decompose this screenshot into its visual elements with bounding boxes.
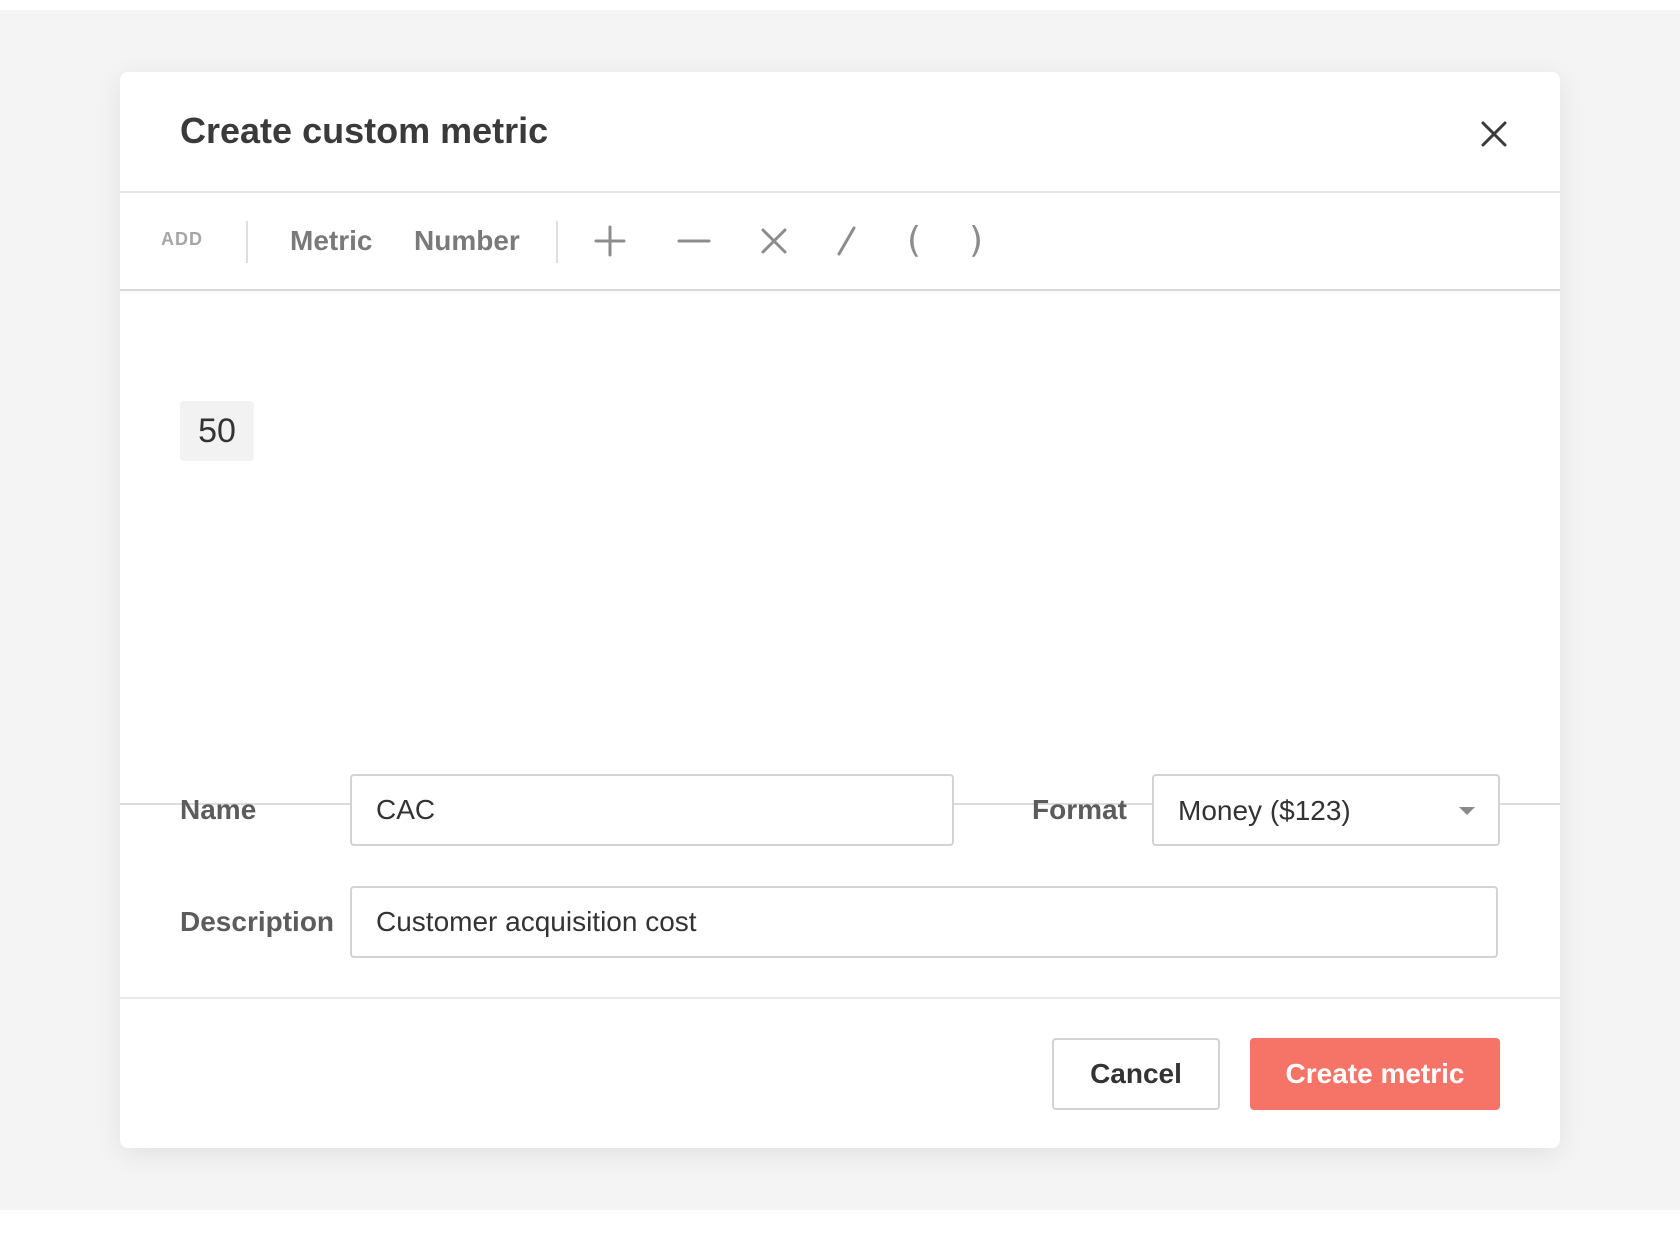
- close-paren-glyph: ): [968, 220, 984, 261]
- toolbar-divider: [556, 221, 558, 263]
- footer-divider: [120, 997, 1560, 999]
- close-icon: [1481, 121, 1507, 147]
- open-paren-glyph: (: [906, 220, 922, 261]
- chevron-down-icon: [1459, 807, 1475, 815]
- plus-operator-button[interactable]: [588, 217, 632, 265]
- multiply-operator-button[interactable]: [752, 217, 796, 265]
- formula-editor[interactable]: 50: [120, 291, 1560, 805]
- close-paren-button[interactable]: ): [954, 217, 998, 265]
- format-select[interactable]: Money ($123): [1152, 774, 1500, 846]
- add-metric-button[interactable]: Metric: [290, 223, 372, 259]
- formula-toolbar: ADD Metric Number ( ): [120, 193, 1560, 291]
- name-label: Name: [180, 794, 257, 825]
- description-input[interactable]: [350, 886, 1498, 958]
- format-label: Format: [1032, 794, 1127, 825]
- create-metric-dialog: Create custom metric ADD Metric Number (…: [120, 72, 1560, 1148]
- multiply-icon: [761, 228, 787, 254]
- dialog-header: Create custom metric: [120, 72, 1560, 193]
- add-number-button[interactable]: Number: [414, 223, 520, 259]
- toolbar-divider: [246, 221, 248, 263]
- divide-icon: [837, 226, 856, 256]
- create-metric-button[interactable]: Create metric: [1250, 1038, 1500, 1110]
- toolbar-add-label: ADD: [161, 229, 203, 249]
- open-paren-button[interactable]: (: [892, 217, 936, 265]
- name-input[interactable]: [350, 774, 954, 846]
- format-selected-value: Money ($123): [1178, 795, 1351, 826]
- cancel-button[interactable]: Cancel: [1052, 1038, 1220, 1110]
- minus-icon: [677, 239, 711, 243]
- close-button[interactable]: [1470, 110, 1518, 158]
- dialog-title: Create custom metric: [180, 110, 549, 151]
- minus-operator-button[interactable]: [672, 217, 716, 265]
- description-label: Description: [180, 906, 335, 937]
- formula-number-token[interactable]: 50: [180, 401, 254, 461]
- plus-icon: [594, 225, 626, 257]
- divide-operator-button[interactable]: [824, 217, 868, 265]
